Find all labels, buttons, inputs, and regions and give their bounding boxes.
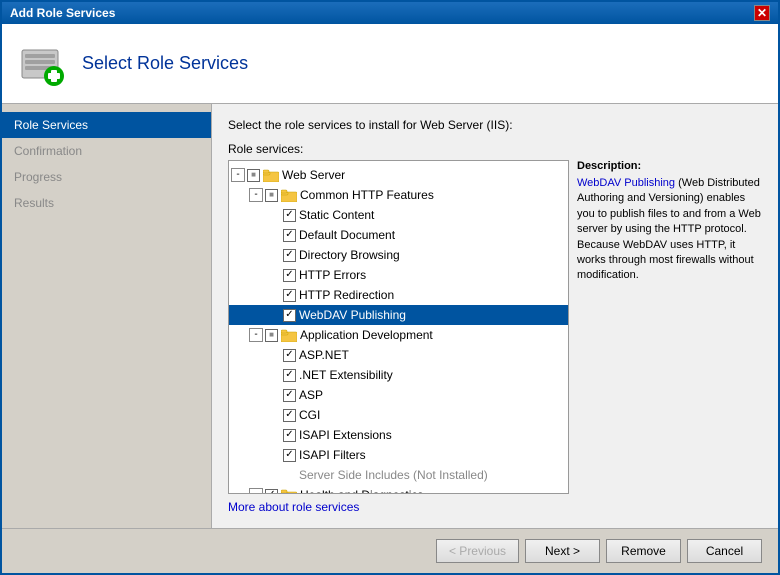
- tree-expander[interactable]: -: [249, 328, 263, 342]
- tree-label: Directory Browsing: [299, 246, 400, 264]
- tree-item[interactable]: Server Side Includes (Not Installed): [229, 465, 568, 485]
- description-link[interactable]: WebDAV Publishing: [577, 177, 675, 189]
- tree-label: .NET Extensibility: [299, 366, 393, 384]
- tree-label: Common HTTP Features: [300, 186, 434, 204]
- tree-expander[interactable]: -: [231, 168, 245, 182]
- sidebar-item-confirmation[interactable]: Confirmation: [2, 138, 211, 164]
- tree-item[interactable]: Default Document: [229, 225, 568, 245]
- folder-icon: [281, 189, 297, 202]
- tree-checkbox[interactable]: [283, 429, 296, 442]
- tree-item[interactable]: Directory Browsing: [229, 245, 568, 265]
- tree-item[interactable]: - Common HTTP Features: [229, 185, 568, 205]
- folder-icon: [281, 489, 297, 495]
- description-body: (Web Distributed Authoring and Versionin…: [577, 177, 761, 281]
- tree-checkbox[interactable]: [283, 369, 296, 382]
- tree-item[interactable]: ASP: [229, 385, 568, 405]
- main-window: Add Role Services ✕ Select Role Services…: [0, 0, 780, 575]
- footer: < Previous Next > Remove Cancel: [2, 528, 778, 573]
- tree-checkbox[interactable]: [265, 489, 278, 495]
- tree-item[interactable]: WebDAV Publishing: [229, 305, 568, 325]
- link-area: More about role services: [228, 500, 762, 514]
- content-area: Select the role services to install for …: [212, 104, 778, 528]
- sidebar-item-progress[interactable]: Progress: [2, 164, 211, 190]
- tree-checkbox[interactable]: [265, 329, 278, 342]
- tree-label: ISAPI Filters: [299, 446, 366, 464]
- window-title: Add Role Services: [10, 6, 115, 20]
- tree-label: Health and Diagnostics: [300, 486, 423, 494]
- cancel-button[interactable]: Cancel: [687, 539, 762, 563]
- tree-checkbox[interactable]: [283, 289, 296, 302]
- tree-label: ISAPI Extensions: [299, 426, 392, 444]
- previous-button[interactable]: < Previous: [436, 539, 519, 563]
- tree-desc-wrapper: - Web Server - Common HTTP Features Static C…: [228, 160, 762, 494]
- tree-checkbox[interactable]: [247, 169, 260, 182]
- tree-label: WebDAV Publishing: [299, 306, 406, 324]
- tree-label: HTTP Errors: [299, 266, 366, 284]
- remove-button[interactable]: Remove: [606, 539, 681, 563]
- description-label: Description:: [577, 160, 762, 172]
- tree-item[interactable]: ISAPI Filters: [229, 445, 568, 465]
- tree-item[interactable]: - Web Server: [229, 165, 568, 185]
- sidebar-item-role-services: Role Services: [2, 112, 211, 138]
- tree-label: Application Development: [300, 326, 433, 344]
- tree-item[interactable]: ASP.NET: [229, 345, 568, 365]
- tree-label: Static Content: [299, 206, 374, 224]
- header-area: Select Role Services: [2, 24, 778, 104]
- tree-checkbox[interactable]: [265, 189, 278, 202]
- tree-checkbox[interactable]: [283, 249, 296, 262]
- tree-label: ASP: [299, 386, 323, 404]
- tree-item[interactable]: CGI: [229, 405, 568, 425]
- title-bar: Add Role Services ✕: [2, 2, 778, 24]
- tree-expander[interactable]: -: [249, 188, 263, 202]
- tree-container[interactable]: - Web Server - Common HTTP Features Static C…: [228, 160, 569, 494]
- tree-item[interactable]: HTTP Errors: [229, 265, 568, 285]
- tree-expander[interactable]: -: [249, 488, 263, 494]
- sidebar-item-results[interactable]: Results: [2, 190, 211, 216]
- tree-checkbox[interactable]: [283, 309, 296, 322]
- tree-item[interactable]: HTTP Redirection: [229, 285, 568, 305]
- folder-icon: [281, 329, 297, 342]
- tree-item[interactable]: - Application Development: [229, 325, 568, 345]
- next-button[interactable]: Next >: [525, 539, 600, 563]
- tree-item[interactable]: ISAPI Extensions: [229, 425, 568, 445]
- tree-item[interactable]: Static Content: [229, 205, 568, 225]
- header-title: Select Role Services: [82, 53, 248, 74]
- sidebar: Role ServicesConfirmationProgressResults: [2, 104, 212, 528]
- folder-icon: [263, 169, 279, 182]
- description-text: WebDAV Publishing (Web Distributed Autho…: [577, 176, 762, 284]
- tree-checkbox[interactable]: [283, 449, 296, 462]
- tree-checkbox[interactable]: [283, 389, 296, 402]
- tree-label: Server Side Includes (Not Installed): [299, 466, 488, 484]
- tree-checkbox[interactable]: [283, 409, 296, 422]
- tree-label: Default Document: [299, 226, 395, 244]
- header-icon: [18, 40, 66, 88]
- instruction-text: Select the role services to install for …: [228, 118, 762, 132]
- close-button[interactable]: ✕: [754, 5, 770, 21]
- tree-item[interactable]: .NET Extensibility: [229, 365, 568, 385]
- tree-label: ASP.NET: [299, 346, 349, 364]
- tree-label: Web Server: [282, 166, 345, 184]
- more-about-link[interactable]: More about role services: [228, 500, 359, 514]
- tree-checkbox[interactable]: [283, 229, 296, 242]
- tree-checkbox[interactable]: [283, 209, 296, 222]
- tree-item[interactable]: - Health and Diagnostics: [229, 485, 568, 494]
- main-content: Role ServicesConfirmationProgressResults…: [2, 104, 778, 528]
- role-services-label: Role services:: [228, 142, 762, 156]
- tree-label: CGI: [299, 406, 320, 424]
- description-panel: Description: WebDAV Publishing (Web Dist…: [577, 160, 762, 494]
- tree-checkbox[interactable]: [283, 269, 296, 282]
- tree-label: HTTP Redirection: [299, 286, 394, 304]
- tree-checkbox[interactable]: [283, 349, 296, 362]
